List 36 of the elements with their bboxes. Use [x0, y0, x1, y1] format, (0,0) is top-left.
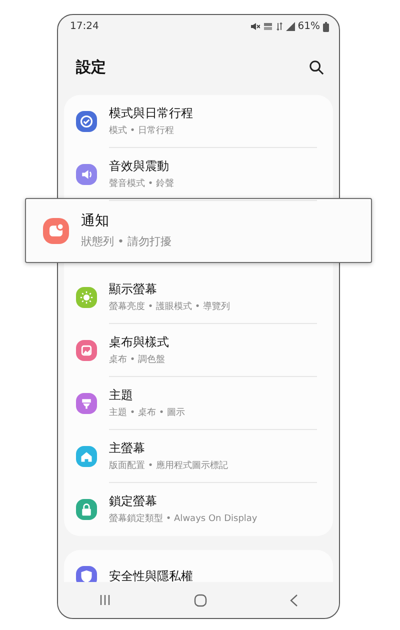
settings-item[interactable]: 桌布與樣式 桌布 • 調色盤 — [64, 324, 333, 378]
item-subtitle: 版面配置 • 應用程式圖示標記 — [109, 460, 230, 472]
item-subtitle: 桌布 • 調色盤 — [109, 354, 166, 366]
mute-icon — [250, 22, 260, 32]
item-subtitle: 主題 • 桌布 • 圖示 — [109, 406, 186, 419]
search-icon[interactable] — [309, 60, 324, 75]
item-subtitle: 螢幕亮度 • 護眼模式 • 導覽列 — [109, 300, 232, 313]
item-title: 模式與日常行程 — [109, 106, 194, 121]
settings-item[interactable]: 模式與日常行程 模式 • 日常行程 — [64, 95, 333, 148]
recents-icon[interactable] — [99, 594, 112, 606]
signal-icon — [286, 22, 295, 32]
home-icon[interactable] — [194, 594, 207, 607]
item-subtitle: 螢幕鎖定類型 • Always On Display — [109, 512, 258, 526]
network-icon — [262, 22, 273, 32]
item-title: 主題 — [109, 388, 134, 403]
settings-item[interactable]: 通知 狀態列 • 請勿打擾 — [25, 198, 372, 264]
back-icon[interactable] — [290, 594, 298, 607]
settings-item[interactable]: 主題 主題 • 桌布 • 圖示 — [64, 377, 333, 430]
data-icon — [276, 22, 283, 32]
battery-percent: 61% — [298, 21, 320, 32]
item-subtitle: 狀態列 • 請勿打擾 — [81, 234, 172, 250]
status-time: 17:24 — [70, 21, 99, 32]
item-title: 桌布與樣式 — [109, 334, 170, 350]
item-title: 安全性與隱私權 — [109, 569, 194, 582]
item-title: 主螢幕 — [109, 440, 146, 456]
page-title: 設定 — [76, 58, 106, 77]
item-title: 音效與震動 — [109, 158, 170, 174]
item-title: 通知 — [81, 212, 110, 230]
item-subtitle: 模式 • 日常行程 — [109, 124, 176, 137]
settings-item[interactable]: 顯示螢幕 螢幕亮度 • 護眼模式 • 導覽列 — [64, 271, 333, 324]
item-subtitle: 聲音模式 • 鈴聲 — [109, 178, 176, 190]
settings-item[interactable]: 主螢幕 版面配置 • 應用程式圖示標記 — [64, 430, 333, 484]
battery-icon — [323, 22, 329, 32]
item-title: 顯示螢幕 — [109, 282, 158, 297]
settings-item[interactable]: 鎖定螢幕 螢幕鎖定類型 • Always On Display — [64, 483, 333, 536]
item-title: 鎖定螢幕 — [109, 494, 158, 510]
